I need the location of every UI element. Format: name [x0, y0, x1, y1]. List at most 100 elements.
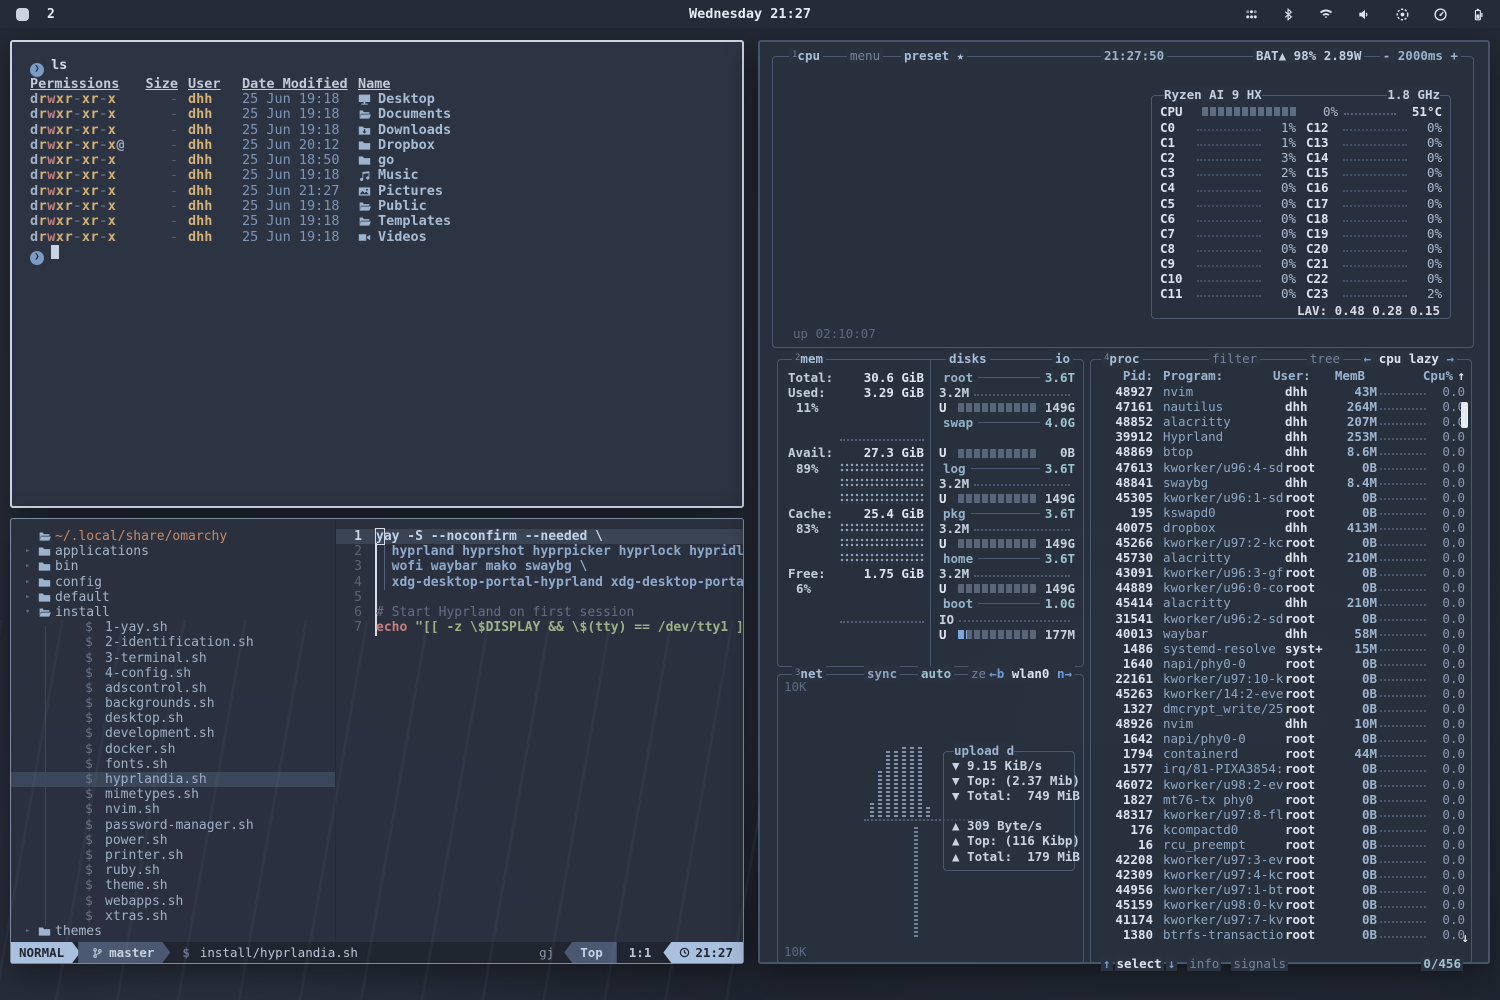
header-memb[interactable]: MemB	[1325, 368, 1365, 383]
battery-icon[interactable]	[1471, 7, 1484, 22]
code-line[interactable]: 4 xdg-desktop-portal-hyprland xdg-deskto…	[336, 575, 743, 590]
chevron-icon[interactable]: ▸	[25, 575, 38, 590]
process-row[interactable]: 1642napi/phy0-0root0B0.0	[1097, 731, 1465, 746]
disks-label[interactable]: disks	[946, 351, 990, 366]
process-row[interactable]: 31541kworker/u96:2-sdroot0B0.0	[1097, 611, 1465, 626]
header-cpu[interactable]: Cpu%	[1417, 368, 1453, 383]
process-row[interactable]: 45266kworker/u97:2-kcroot0B0.0	[1097, 535, 1465, 550]
tree-item[interactable]: $password-manager.sh	[25, 818, 335, 833]
io-toggle[interactable]: io	[1052, 351, 1073, 366]
process-row[interactable]: 45730alacrittydhh210M0.0	[1097, 550, 1465, 565]
tab-cpu[interactable]: 1cpu	[789, 48, 823, 63]
header-pid[interactable]: Pid:	[1097, 368, 1153, 383]
process-row[interactable]: 44889kworker/u96:0-coroot0B0.0	[1097, 580, 1465, 595]
process-row[interactable]: 42208kworker/u97:3-evroot0B0.0	[1097, 852, 1465, 867]
process-row[interactable]: 45305kworker/u96:1-sdroot0B0.0	[1097, 490, 1465, 505]
chevron-icon[interactable]: ▸	[25, 924, 38, 939]
refresh-ms-control[interactable]: - 2000ms +	[1380, 48, 1461, 63]
process-row[interactable]: 1577irq/81-PIXA3854:root0B0.0	[1097, 761, 1465, 776]
tree-item[interactable]: $fonts.sh	[25, 757, 335, 772]
process-row[interactable]: 42309kworker/u97:4-kcroot0B0.0	[1097, 867, 1465, 882]
process-row[interactable]: 45414alacrittydhh210M0.0	[1097, 595, 1465, 610]
process-row[interactable]: 48852alacrittydhh207M0.0	[1097, 414, 1465, 429]
process-row[interactable]: 1640napi/phy0-0root0B0.0	[1097, 656, 1465, 671]
tree-item[interactable]: $nvim.sh	[25, 802, 335, 817]
tree-item[interactable]: ▸default	[25, 590, 335, 605]
tree-item[interactable]: $power.sh	[25, 833, 335, 848]
menu-button[interactable]: menu	[847, 48, 883, 63]
tree-item[interactable]: ▸bin	[25, 559, 335, 574]
net-sync-toggle[interactable]: sync	[864, 666, 900, 681]
tree-item[interactable]: $printer.sh	[25, 848, 335, 863]
process-row[interactable]: 41174kworker/u97:7-kvroot0B0.0	[1097, 912, 1465, 927]
code-line[interactable]: 3 wofi waybar mako swaybg \	[336, 559, 743, 574]
tree-item[interactable]: $1-yay.sh	[25, 620, 335, 635]
scroll-up-indicator[interactable]: ↑	[1453, 368, 1465, 383]
tree-item[interactable]: $xtras.sh	[25, 909, 335, 924]
process-row[interactable]: 47161nautilusdhh264M0.0	[1097, 399, 1465, 414]
net-auto-toggle[interactable]: auto	[918, 666, 954, 681]
code-editor-pane[interactable]: 1yay -S --noconfirm --needed \ 2 hyprlan…	[335, 519, 743, 942]
process-row[interactable]: 47613kworker/u96:4-sdroot0B0.0	[1097, 460, 1465, 475]
code-line[interactable]: 2 hyprland hyprshot hyprpicker hyprlock …	[336, 544, 743, 559]
process-row[interactable]: 45159kworker/u98:0-kvroot0B0.0	[1097, 897, 1465, 912]
tree-item[interactable]: $adscontrol.sh	[25, 681, 335, 696]
process-row[interactable]: 48926nvimdhh10M0.0	[1097, 716, 1465, 731]
process-row[interactable]: 43091kworker/u96:3-gfroot0B0.0	[1097, 565, 1465, 580]
info-button[interactable]: info	[1187, 956, 1221, 971]
tree-item[interactable]: $2-identification.sh	[25, 635, 335, 650]
process-row[interactable]: 1486systemd-resolvesyst+15M0.0	[1097, 641, 1465, 656]
chevron-icon[interactable]: ▸	[25, 590, 38, 605]
process-row[interactable]: 39912Hyprlanddhh253M0.0	[1097, 429, 1465, 444]
tab-mem[interactable]: 2mem	[792, 351, 826, 366]
process-row[interactable]: 1380btrfs-transactioroot0B0.0	[1097, 927, 1465, 942]
header-user[interactable]: User:	[1273, 368, 1325, 383]
process-row[interactable]: 22161kworker/u97:10-kroot0B0.0	[1097, 671, 1465, 686]
tree-item[interactable]: $backgrounds.sh	[25, 696, 335, 711]
tree-item[interactable]: ▾install	[25, 605, 335, 620]
proc-scrollbar-thumb[interactable]	[1461, 402, 1468, 428]
process-row[interactable]: 40013waybardhh58M0.0	[1097, 626, 1465, 641]
prompt-line-empty[interactable]: ❯	[30, 245, 724, 265]
tree-item[interactable]: $hyprlandia.sh	[11, 772, 335, 787]
process-row[interactable]: 195kswapd0root0B0.0	[1097, 505, 1465, 520]
process-row[interactable]: 1327dmcrypt_write/25root0B0.0	[1097, 701, 1465, 716]
select-up-key[interactable]: ↑	[1101, 956, 1113, 971]
process-row[interactable]: 1827mt76-tx phy0root0B0.0	[1097, 792, 1465, 807]
gauge-icon[interactable]	[1433, 7, 1448, 22]
tree-item[interactable]: $webapps.sh	[25, 894, 335, 909]
tree-item[interactable]: $docker.sh	[25, 742, 335, 757]
code-line[interactable]: 7echo "[[ -z \$DISPLAY && \$(tty) == /de…	[336, 620, 743, 635]
code-line[interactable]: 6# Start Hyprland on first session	[336, 605, 743, 620]
scroll-down-indicator[interactable]: ↓	[1461, 930, 1469, 945]
chevron-icon[interactable]: ▾	[25, 605, 38, 620]
tree-item[interactable]: $development.sh	[25, 726, 335, 741]
wifi-icon[interactable]	[1318, 7, 1334, 21]
process-row[interactable]: 1794containerdroot44M0.0	[1097, 746, 1465, 761]
process-row[interactable]: 46072kworker/u98:2-evroot0B0.0	[1097, 777, 1465, 792]
chevron-icon[interactable]: ▸	[25, 544, 38, 559]
process-row[interactable]: 40075dropboxdhh413M0.0	[1097, 520, 1465, 535]
btop-window[interactable]: 1cpu menu preset ★ 21:27:50 BAT▲ 98% 2.8…	[758, 40, 1490, 964]
signals-button[interactable]: signals	[1231, 956, 1288, 971]
tree-item[interactable]: $ruby.sh	[25, 863, 335, 878]
tab-proc[interactable]: 4proc	[1101, 351, 1143, 366]
process-row[interactable]: 45263kworker/14:2-everoot0B0.0	[1097, 686, 1465, 701]
code-line[interactable]: 1yay -S --noconfirm --needed \	[336, 529, 743, 544]
process-row[interactable]: 176kcompactd0root0B0.0	[1097, 822, 1465, 837]
updates-icon[interactable]	[1244, 7, 1259, 22]
process-row[interactable]: 48317kworker/u97:8-flroot0B0.0	[1097, 807, 1465, 822]
neovim-window[interactable]: ~/.local/share/omarchy ▸applications ▸bi…	[10, 518, 744, 964]
select-label[interactable]: select	[1115, 956, 1164, 971]
proc-filter-button[interactable]: filter	[1209, 351, 1260, 366]
tree-item[interactable]: $4-config.sh	[25, 666, 335, 681]
record-icon[interactable]	[1395, 7, 1410, 22]
tree-item[interactable]: $3-terminal.sh	[25, 651, 335, 666]
process-row[interactable]: 44956kworker/u97:1-btroot0B0.0	[1097, 882, 1465, 897]
bluetooth-icon[interactable]	[1282, 7, 1295, 22]
proc-sort-control[interactable]: ← cpu lazy →	[1361, 351, 1457, 366]
process-row[interactable]: 48927nvimdhh43M0.0	[1097, 384, 1465, 399]
preset-button[interactable]: preset ★	[901, 48, 967, 63]
chevron-icon[interactable]: ▸	[25, 559, 38, 574]
tree-item[interactable]: $desktop.sh	[25, 711, 335, 726]
